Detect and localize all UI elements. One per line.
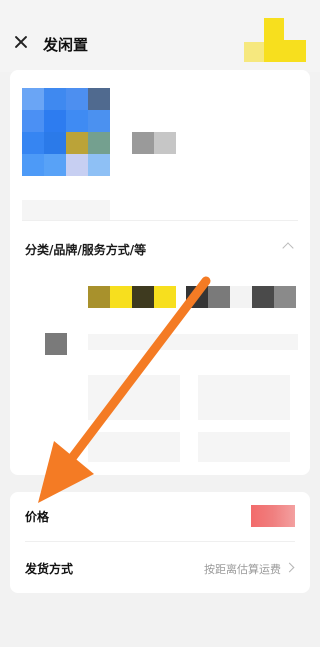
pointer-arrow-icon bbox=[38, 276, 211, 503]
